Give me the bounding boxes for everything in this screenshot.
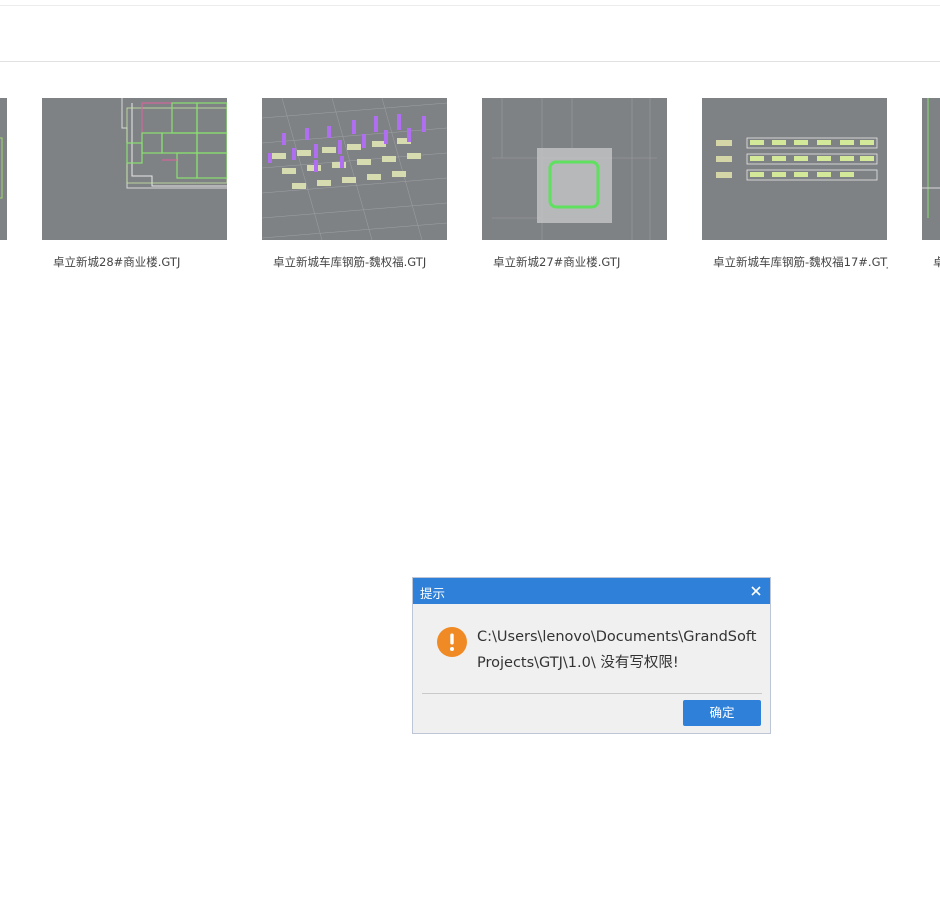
floor-plan-thumbnail bbox=[121, 98, 227, 189]
project-name: 卓立新城车库钢筋-魏权福.GTJ bbox=[273, 255, 427, 269]
project-card[interactable]: 卓立新城车库钢筋-魏权福.GTJ bbox=[262, 98, 447, 273]
project-name: 卓立新城车库钢筋-魏权福17#.GTJ bbox=[713, 255, 888, 269]
project-thumbnail bbox=[262, 98, 447, 240]
beam-rebar-thumbnail bbox=[716, 137, 878, 181]
column-section-thumbnail bbox=[492, 98, 657, 240]
dialog-titlebar[interactable]: 提示 bbox=[413, 578, 770, 604]
project-card[interactable]: 卓立新城车库钢筋-魏权福17#.GTJ bbox=[702, 98, 888, 273]
3d-rebar-thumbnail bbox=[262, 98, 447, 240]
project-name: 卓 bbox=[933, 255, 940, 269]
ok-button[interactable]: 确定 bbox=[683, 700, 761, 726]
project-list: 卓立新城28#商业楼.GTJ 卓立新城车库钢筋-魏权福.GTJ 卓立新城27#商… bbox=[0, 98, 940, 278]
dialog-message-line1: C:\Users\lenovo\Documents\GrandSoft bbox=[477, 629, 757, 645]
project-card-partial-left[interactable] bbox=[0, 98, 7, 273]
project-name: 卓立新城28#商业楼.GTJ bbox=[53, 255, 181, 269]
toolbar-divider bbox=[0, 61, 940, 62]
project-thumbnail bbox=[0, 98, 7, 240]
dialog-message: C:\Users\lenovo\Documents\GrandSoft Proj… bbox=[477, 624, 762, 676]
project-card-partial-right[interactable]: 卓 bbox=[922, 98, 940, 273]
project-thumbnail bbox=[702, 98, 887, 240]
project-thumbnail bbox=[482, 98, 667, 240]
permission-warning-dialog: 提示 C:\Users\lenovo\Documents\GrandSoft P… bbox=[412, 577, 771, 734]
window-top-border bbox=[0, 5, 940, 6]
dialog-title: 提示 bbox=[420, 586, 446, 601]
project-thumbnail bbox=[42, 98, 227, 240]
thumbnail-drawing bbox=[0, 137, 3, 199]
project-card[interactable]: 卓立新城28#商业楼.GTJ bbox=[42, 98, 227, 273]
project-thumbnail bbox=[922, 98, 940, 240]
dialog-divider bbox=[422, 693, 762, 694]
project-name: 卓立新城27#商业楼.GTJ bbox=[493, 255, 621, 269]
close-icon[interactable] bbox=[746, 581, 766, 601]
dialog-message-line2: Projects\GTJ\1.0\ 没有写权限! bbox=[477, 655, 679, 671]
warning-icon bbox=[437, 627, 467, 657]
project-card[interactable]: 卓立新城27#商业楼.GTJ bbox=[482, 98, 667, 273]
thumbnail-drawing bbox=[922, 98, 940, 218]
